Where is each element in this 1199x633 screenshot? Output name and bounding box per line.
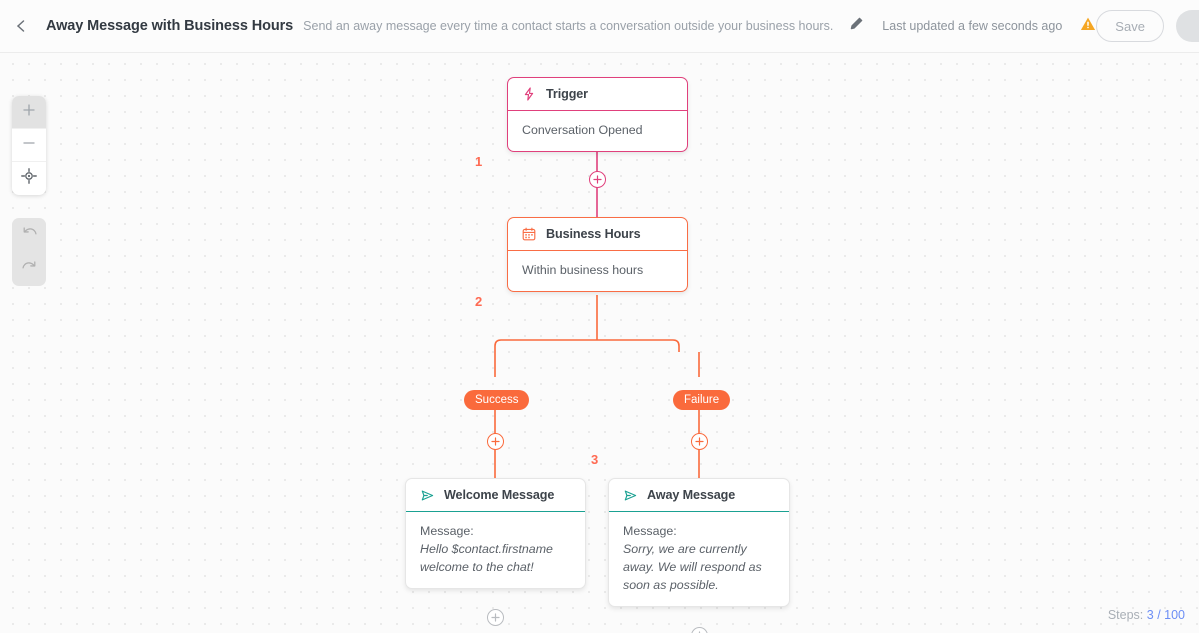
add-step-after-welcome-message[interactable] [487, 609, 504, 626]
publish-button[interactable]: Publish [1175, 10, 1199, 42]
app-header: Away Message with Business Hours Send an… [0, 0, 1199, 53]
steps-label: Steps: [1107, 608, 1144, 622]
node-trigger-header: Trigger [508, 78, 687, 111]
message-text: Hello $contact.firstname welcome to the … [420, 542, 553, 574]
lightning-bolt-icon [522, 87, 537, 102]
flow-canvas[interactable]: 1 Trigger Conversation Opened 2 Business… [0, 53, 1199, 633]
back-button[interactable] [12, 9, 30, 43]
node-welcome-message-title: Welcome Message [444, 488, 555, 502]
save-button[interactable]: Save [1096, 10, 1164, 42]
add-step-failure-branch[interactable] [691, 433, 708, 450]
node-business-hours-title: Business Hours [546, 227, 641, 241]
page-title: Away Message with Business Hours [46, 18, 294, 34]
page-description: Send an away message every time a contac… [303, 19, 834, 33]
step-number-1: 1 [475, 154, 483, 169]
branch-label-success[interactable]: Success [464, 390, 530, 410]
redo-icon [21, 258, 38, 280]
minus-icon [22, 136, 36, 155]
pencil-icon [849, 16, 864, 36]
warning-triangle-icon [1080, 16, 1096, 37]
node-away-message-header: Away Message [609, 479, 789, 512]
steps-count: 3 / 100 [1146, 608, 1185, 622]
node-trigger-body: Conversation Opened [522, 123, 643, 137]
edit-title-button[interactable] [849, 16, 864, 36]
plus-icon [22, 103, 36, 122]
node-away-message-title: Away Message [647, 488, 736, 502]
arrow-left-icon [12, 17, 30, 35]
message-text: Sorry, we are currently away. We will re… [623, 542, 762, 592]
node-trigger[interactable]: Trigger Conversation Opened [507, 77, 688, 152]
step-number-2: 2 [475, 294, 483, 309]
history-controls [12, 218, 46, 286]
undo-button[interactable] [12, 218, 46, 252]
node-business-hours-header: Business Hours [508, 218, 687, 251]
header-actions: Save Publish [1096, 10, 1199, 42]
node-trigger-title: Trigger [546, 87, 588, 101]
node-business-hours-body: Within business hours [522, 263, 644, 277]
last-updated-text: Last updated a few seconds ago [882, 19, 1063, 33]
node-welcome-message-header: Welcome Message [406, 479, 585, 512]
node-away-message-body: Message: Sorry, we are currently away. W… [609, 512, 789, 606]
fit-view-button[interactable] [12, 162, 46, 195]
undo-icon [21, 224, 38, 246]
node-away-message[interactable]: Away Message Message: Sorry, we are curr… [608, 478, 790, 607]
node-business-hours[interactable]: Business Hours Within business hours [507, 217, 688, 292]
send-icon [420, 488, 435, 503]
node-welcome-message-body: Message: Hello $contact.firstname welcom… [406, 512, 585, 588]
crosshair-icon [21, 168, 37, 189]
add-step-success-branch[interactable] [487, 433, 504, 450]
zoom-in-button[interactable] [12, 96, 46, 129]
zoom-controls [12, 96, 46, 195]
branch-label-failure[interactable]: Failure [673, 390, 731, 410]
steps-counter: Steps: 3 / 100 [1108, 608, 1185, 622]
calendar-icon [522, 227, 537, 242]
send-icon [623, 488, 638, 503]
zoom-out-button[interactable] [12, 129, 46, 162]
node-welcome-message[interactable]: Welcome Message Message: Hello $contact.… [405, 478, 586, 589]
redo-button[interactable] [12, 252, 46, 286]
step-number-3: 3 [591, 452, 599, 467]
message-label: Message: [623, 524, 677, 538]
message-label: Message: [420, 524, 474, 538]
add-step-after-trigger[interactable] [589, 171, 606, 188]
unsaved-warning [1080, 16, 1096, 36]
